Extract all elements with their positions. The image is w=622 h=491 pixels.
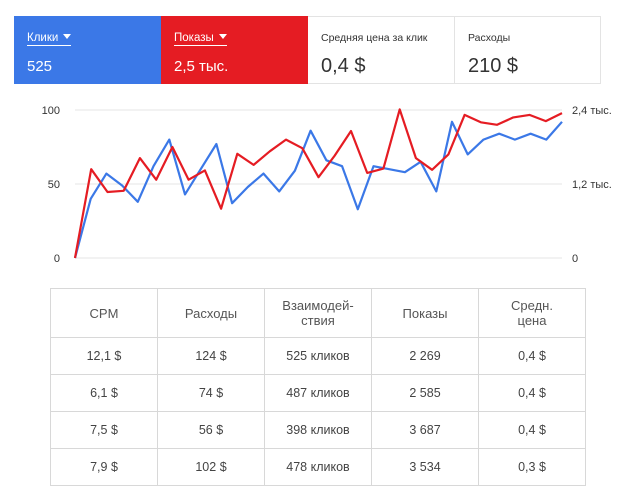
table-cell: 6,1 $: [50, 374, 158, 412]
left-axis-tick-label: 100: [42, 105, 60, 117]
right-axis-tick-label: 1,2 тыс.: [572, 179, 612, 191]
clicks-metric-dropdown[interactable]: Клики: [27, 32, 72, 46]
table-cell: 124 $: [157, 337, 265, 375]
table-cell: 478 кликов: [264, 448, 372, 486]
clicks-series-line: [73, 120, 563, 259]
kpi-cards: Клики 525 Показы 2,5 тыс. Средняя цена з…: [14, 16, 601, 84]
column-header-impressions[interactable]: Показы: [371, 288, 479, 338]
impressions-metric-label: Показы: [174, 32, 214, 44]
stats-table: CPM Расходы Взаимодей- ствия Показы Сред…: [50, 288, 586, 486]
column-header-interactions[interactable]: Взаимодей- ствия: [264, 288, 372, 338]
table-cell: 2 585: [371, 374, 479, 412]
avg-cpc-metric-value: 0,4 $: [321, 55, 366, 77]
column-header-cpm[interactable]: CPM: [50, 288, 158, 338]
table-row: 12,1 $ 124 $ 525 кликов 2 269 0,4 $: [50, 337, 586, 375]
table-row: 7,9 $ 102 $ 478 кликов 3 534 0,3 $: [50, 448, 586, 486]
impressions-metric-card[interactable]: Показы 2,5 тыс.: [161, 16, 308, 84]
right-axis-tick-label: 0: [572, 253, 578, 265]
table-cell: 7,5 $: [50, 411, 158, 449]
table-cell: 0,4 $: [478, 337, 586, 375]
table-cell: 0,3 $: [478, 448, 586, 486]
table-cell: 7,9 $: [50, 448, 158, 486]
clicks-metric-label: Клики: [27, 32, 59, 44]
table-row: 7,5 $ 56 $ 398 кликов 3 687 0,4 $: [50, 411, 586, 449]
table-cell: 2 269: [371, 337, 479, 375]
impressions-metric-value: 2,5 тыс.: [174, 58, 229, 75]
caret-down-icon: [218, 34, 227, 39]
table-cell: 398 кликов: [264, 411, 372, 449]
table-cell: 0,4 $: [478, 374, 586, 412]
table-cell: 487 кликов: [264, 374, 372, 412]
left-axis-tick-label: 50: [48, 179, 60, 191]
clicks-metric-value: 525: [27, 58, 53, 75]
cost-metric-value: 210 $: [468, 55, 519, 77]
table-cell: 525 кликов: [264, 337, 372, 375]
impressions-metric-dropdown[interactable]: Показы: [174, 32, 227, 46]
table-cell: 3 534: [371, 448, 479, 486]
table-cell: 74 $: [157, 374, 265, 412]
right-axis-tick-label: 2,4 тыс.: [572, 105, 612, 117]
cost-metric-label: Расходы: [468, 32, 511, 44]
table-cell: 12,1 $: [50, 337, 158, 375]
cost-metric-card[interactable]: Расходы 210 $: [455, 16, 601, 84]
avg-cpc-metric-label: Средняя цена за клик: [321, 32, 428, 44]
table-header-row: CPM Расходы Взаимодей- ствия Показы Сред…: [50, 288, 586, 338]
table-cell: 0,4 $: [478, 411, 586, 449]
column-header-cost[interactable]: Расходы: [157, 288, 265, 338]
table-cell: 3 687: [371, 411, 479, 449]
table-cell: 56 $: [157, 411, 265, 449]
table-row: 6,1 $ 74 $ 487 кликов 2 585 0,4 $: [50, 374, 586, 412]
table-cell: 102 $: [157, 448, 265, 486]
performance-line-chart: 100 50 0 2,4 тыс. 1,2 тыс. 0: [42, 105, 612, 265]
avg-cpc-metric-card[interactable]: Средняя цена за клик 0,4 $: [308, 16, 455, 84]
clicks-metric-card[interactable]: Клики 525: [14, 16, 161, 84]
caret-down-icon: [63, 34, 72, 39]
column-header-avg-price[interactable]: Средн. цена: [478, 288, 586, 338]
left-axis-tick-label: 0: [54, 253, 60, 265]
